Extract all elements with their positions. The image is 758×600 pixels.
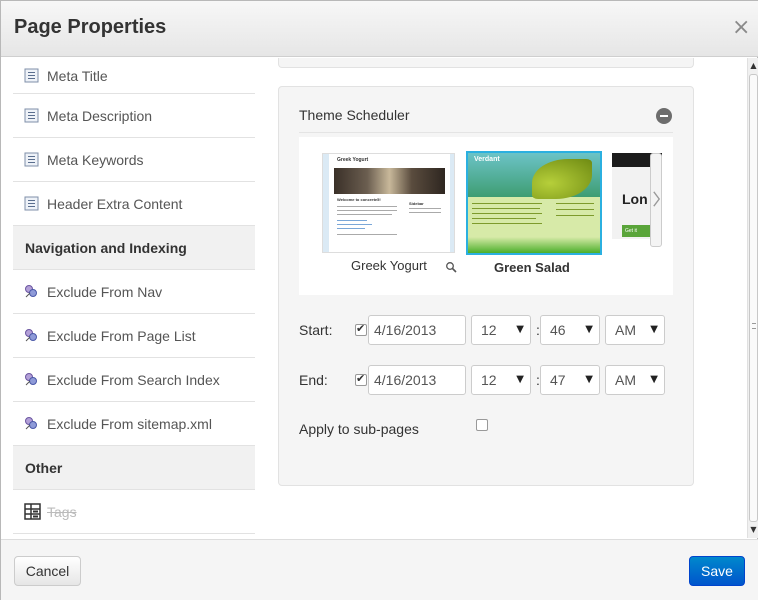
- thumb-text: Lon: [622, 191, 648, 207]
- end-ampm-select[interactable]: AM ▼: [605, 365, 665, 395]
- thumb-welcome: Welcome to concrete5!: [337, 197, 381, 202]
- theme-name-greek-yogurt: Greek Yogurt: [351, 258, 427, 273]
- sidebar-item-label: Exclude From sitemap.xml: [47, 415, 212, 432]
- start-enabled-checkbox[interactable]: [355, 322, 367, 336]
- start-minute-select[interactable]: 46 ▼: [540, 315, 600, 345]
- scrollbar-thumb[interactable]: [749, 74, 758, 522]
- chevron-down-icon: ▼: [585, 374, 593, 385]
- sidebar-item-meta-keywords[interactable]: Meta Keywords: [13, 138, 255, 182]
- sidebar-section-other: Other: [13, 446, 255, 490]
- sidebar: Meta Title Meta Description Meta Keyword…: [13, 58, 255, 534]
- sidebar-item-label: Meta Keywords: [47, 151, 144, 168]
- thumb-heading: Greek Yogurt: [337, 157, 369, 163]
- thumb-button: Get it: [622, 225, 652, 237]
- start-ampm-value: AM: [615, 322, 636, 338]
- thumb-logo: Verdant: [474, 156, 500, 163]
- chevron-down-icon: ▼: [650, 374, 658, 385]
- document-text-icon: [24, 68, 39, 82]
- theme-thumbnail: Verdant: [466, 151, 602, 255]
- theme-carousel: Greek Yogurt Welcome to concrete5! Sideb…: [299, 137, 673, 295]
- sidebar-item-meta-title[interactable]: Meta Title: [13, 58, 255, 94]
- divider: [299, 132, 673, 133]
- start-hour-value: 12: [481, 322, 497, 338]
- sidebar-item-label: Exclude From Page List: [47, 327, 196, 344]
- thumb-sidebar-label: Sidebar: [409, 201, 424, 206]
- end-date-input[interactable]: 4/16/2013: [368, 365, 466, 395]
- end-hour-value: 12: [481, 372, 497, 388]
- grip-icon: [752, 323, 756, 329]
- cancel-button[interactable]: Cancel: [14, 556, 81, 586]
- chevron-down-icon: ▼: [516, 374, 524, 385]
- close-icon[interactable]: ×: [732, 17, 750, 39]
- sidebar-item-label: Meta Description: [47, 107, 153, 124]
- carousel-next-button[interactable]: [650, 153, 662, 247]
- document-text-icon: [24, 152, 39, 166]
- exclude-icon: [25, 372, 37, 385]
- theme-green-salad[interactable]: Verdant Green Salad: [466, 151, 602, 283]
- start-ampm-select[interactable]: AM ▼: [605, 315, 665, 345]
- content-scrollbar[interactable]: ▲ ▼: [747, 58, 758, 538]
- sidebar-item-label: Header Extra Content: [47, 195, 183, 212]
- panel-title: Theme Scheduler: [299, 107, 410, 123]
- apply-sub-pages-checkbox[interactable]: [476, 419, 488, 431]
- exclude-icon: [25, 328, 37, 341]
- sidebar-item-label: Exclude From Nav: [47, 283, 163, 300]
- save-button[interactable]: Save: [689, 556, 745, 586]
- scroll-down-icon[interactable]: ▼: [748, 524, 758, 536]
- sidebar-item-tags[interactable]: Tags: [13, 490, 255, 534]
- end-minute-value: 47: [550, 372, 566, 388]
- sidebar-item-header-extra-content[interactable]: Header Extra Content: [13, 182, 255, 226]
- collapse-minus-icon[interactable]: [656, 108, 672, 124]
- chevron-down-icon: ▼: [585, 324, 593, 335]
- sidebar-item-exclude-from-nav[interactable]: Exclude From Nav: [13, 270, 255, 314]
- sidebar-item-label: Tags: [47, 503, 77, 520]
- end-ampm-value: AM: [615, 372, 636, 388]
- end-minute-select[interactable]: 47 ▼: [540, 365, 600, 395]
- apply-sub-pages-label: Apply to sub-pages: [299, 421, 419, 437]
- sidebar-item-label: Exclude From Search Index: [47, 371, 220, 388]
- chevron-down-icon: ▼: [650, 324, 658, 335]
- theme-third-partial[interactable]: Lon Get it: [612, 153, 662, 253]
- chevron-right-icon: [653, 191, 661, 207]
- zoom-magnifier-icon[interactable]: [445, 261, 457, 273]
- start-date-input[interactable]: 4/16/2013: [368, 315, 466, 345]
- previous-panel-bottom: [278, 58, 694, 68]
- sidebar-item-label: Meta Title: [47, 67, 108, 84]
- document-text-icon: [24, 196, 39, 210]
- sidebar-item-exclude-from-sitemap[interactable]: Exclude From sitemap.xml: [13, 402, 255, 446]
- end-label: End:: [299, 372, 328, 388]
- theme-thumbnail: Greek Yogurt Welcome to concrete5! Sideb…: [322, 153, 455, 253]
- exclude-icon: [25, 284, 37, 297]
- thumb-photo: [334, 168, 445, 194]
- sidebar-item-meta-description[interactable]: Meta Description: [13, 94, 255, 138]
- page-properties-dialog: Page Properties × Meta Title Meta Descri…: [0, 0, 758, 600]
- dialog-footer: Cancel Save: [1, 539, 758, 600]
- sidebar-item-exclude-from-page-list[interactable]: Exclude From Page List: [13, 314, 255, 358]
- dialog-title: Page Properties: [14, 16, 167, 38]
- sidebar-section-navigation-and-indexing: Navigation and Indexing: [13, 226, 255, 270]
- theme-name-green-salad: Green Salad: [494, 260, 570, 275]
- start-label: Start:: [299, 322, 333, 338]
- start-hour-select[interactable]: 12 ▼: [471, 315, 531, 345]
- start-minute-value: 46: [550, 322, 566, 338]
- chevron-down-icon: ▼: [516, 324, 524, 335]
- end-enabled-checkbox[interactable]: [355, 372, 367, 386]
- tags-grid-icon: [24, 502, 41, 520]
- dialog-header: Page Properties ×: [1, 1, 758, 57]
- dialog-content: Meta Title Meta Description Meta Keyword…: [1, 58, 747, 538]
- sidebar-item-exclude-from-search-index[interactable]: Exclude From Search Index: [13, 358, 255, 402]
- theme-scheduler-panel: Theme Scheduler Greek Yogurt Welcome to …: [278, 86, 694, 486]
- end-hour-select[interactable]: 12 ▼: [471, 365, 531, 395]
- document-text-icon: [24, 108, 39, 122]
- scroll-up-icon[interactable]: ▲: [748, 60, 758, 72]
- theme-greek-yogurt[interactable]: Greek Yogurt Welcome to concrete5! Sideb…: [322, 153, 457, 283]
- exclude-icon: [25, 416, 37, 429]
